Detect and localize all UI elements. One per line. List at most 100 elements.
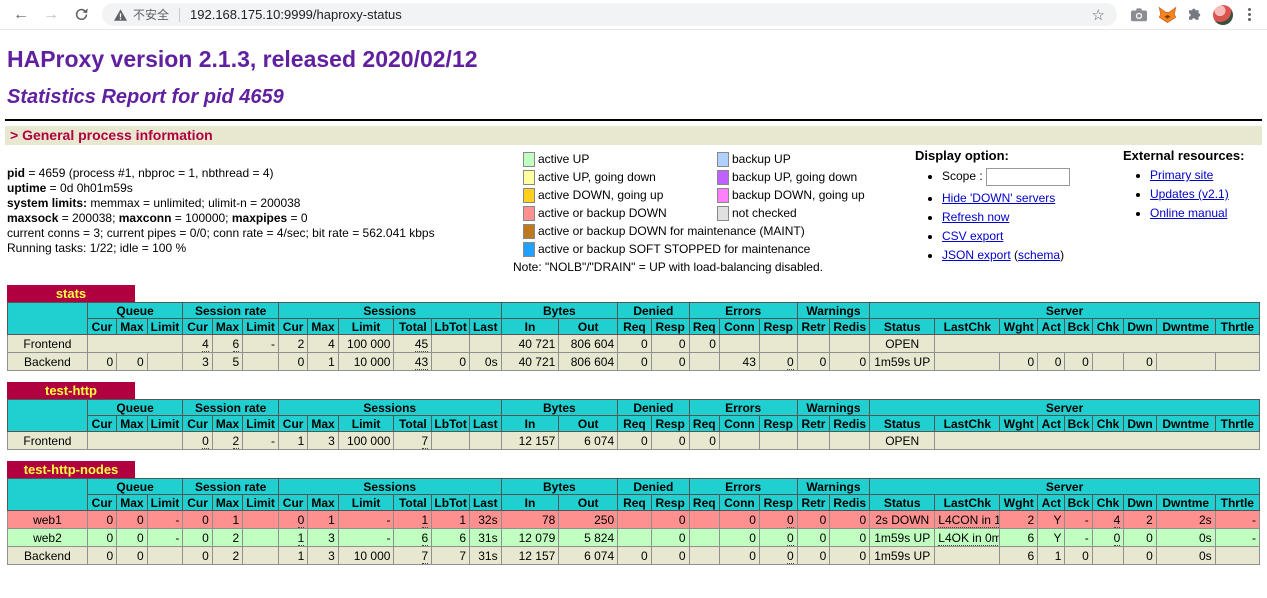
column-header: Cur xyxy=(183,416,212,432)
cell-chk xyxy=(1092,353,1124,371)
refresh-icon[interactable] xyxy=(68,2,94,28)
column-header: Redis xyxy=(830,319,870,335)
display-option-link[interactable]: Hide 'DOWN' servers xyxy=(942,191,1055,205)
process-info-text: = 4659 (process #1, nbproc = 1, nbthread… xyxy=(25,166,274,180)
status-legend: active UPbackup UPactive UP, going downb… xyxy=(523,148,915,274)
cell-slast: 32s xyxy=(470,511,502,529)
cell-ereq: 0 xyxy=(689,335,719,353)
column-header: Req xyxy=(689,416,719,432)
column-header: Dwntme xyxy=(1156,495,1215,511)
cell-lastchk xyxy=(935,335,1260,353)
column-header: Cur xyxy=(87,319,116,335)
column-header: Req xyxy=(689,319,719,335)
legend-item: backup UP, going down xyxy=(717,168,915,186)
process-info-label: system limits: xyxy=(7,196,87,210)
profile-avatar[interactable] xyxy=(1211,3,1235,27)
column-group-header: Warnings xyxy=(797,400,869,416)
cell-chk: 0 xyxy=(1092,529,1124,547)
cell-dwn: 2 xyxy=(1124,511,1157,529)
cell-slimit: - xyxy=(338,511,394,529)
page-subtitle: Statistics Report for pid 4659 xyxy=(7,86,1262,109)
cell-stot: 45 xyxy=(394,335,432,353)
column-header: Last xyxy=(470,319,502,335)
cell-ereq xyxy=(689,511,719,529)
cell-rmax: 1 xyxy=(212,511,242,529)
legend-swatch xyxy=(523,188,535,203)
cell-qlimit: - xyxy=(147,511,183,529)
scope-input[interactable] xyxy=(986,168,1070,186)
security-label: 不安全 xyxy=(133,6,169,23)
external-resource-link[interactable]: Primary site xyxy=(1150,168,1213,182)
screenshot-camera-icon[interactable] xyxy=(1127,3,1151,27)
process-info-line: Running tasks: 1/22; idle = 100 % xyxy=(7,241,523,256)
row-label: web2 xyxy=(8,529,88,547)
tooltip-value: 4 xyxy=(202,337,209,352)
cell-rcur: 4 xyxy=(183,335,212,353)
external-resource-link[interactable]: Online manual xyxy=(1150,206,1227,220)
proxy-name-link[interactable]: test-http xyxy=(45,383,97,398)
proxy-stats-table: QueueSession rateSessionsBytesDeniedErro… xyxy=(7,478,1260,565)
process-info-text: current conns = 3; current pipes = 0/0; … xyxy=(7,226,435,240)
cell-dwntme: 2s xyxy=(1156,511,1215,529)
proxy-section: test-http-nodesQueueSession rateSessions… xyxy=(7,461,1260,565)
cell-slimit: 10 000 xyxy=(338,353,394,371)
back-icon[interactable]: ← xyxy=(8,2,34,28)
display-option-link[interactable]: CSV export xyxy=(942,229,1003,243)
cell-stot: 43 xyxy=(394,353,432,371)
json-export-link[interactable]: JSON export xyxy=(942,248,1011,262)
column-header: Redis xyxy=(830,495,870,511)
cell-bck: 0 xyxy=(1065,353,1092,371)
cell-lastchk: L4CON in 1ms xyxy=(935,511,1000,529)
cell-rlimit xyxy=(243,547,279,565)
column-header: Cur xyxy=(278,319,307,335)
external-resource-link[interactable]: Updates (v2.1) xyxy=(1150,187,1229,201)
cell-qcur xyxy=(87,432,183,450)
column-header: Thrtle xyxy=(1215,416,1259,432)
cell-qcur: 0 xyxy=(87,353,116,371)
cell-dresp: 0 xyxy=(651,432,689,450)
column-header: Max xyxy=(212,319,242,335)
legend-swatch xyxy=(717,170,729,185)
cell-ereq xyxy=(689,353,719,371)
extensions-puzzle-icon[interactable] xyxy=(1183,3,1207,27)
scope-label: Scope : xyxy=(942,169,983,183)
address-bar[interactable]: 不安全 192.168.175.10:9999/haproxy-status ☆ xyxy=(102,3,1117,26)
cell-bin: 12 157 xyxy=(501,432,559,450)
column-header: Conn xyxy=(719,319,759,335)
cell-chk xyxy=(1092,547,1124,565)
column-group-header: Sessions xyxy=(278,479,501,495)
cell-dreq: 0 xyxy=(618,353,652,371)
page-title: HAProxy version 2.1.3, released 2020/02/… xyxy=(7,46,1262,73)
cell-status: OPEN xyxy=(870,432,935,450)
tooltip-value: 1 xyxy=(422,513,429,528)
proxy-section: statsQueueSession rateSessionsBytesDenie… xyxy=(7,285,1260,371)
column-group-header: Warnings xyxy=(797,303,869,319)
tooltip-value: 0 xyxy=(298,513,305,528)
column-group-header: Denied xyxy=(618,400,689,416)
column-header: Req xyxy=(689,495,719,511)
cell-status: OPEN xyxy=(870,335,935,353)
proxy-name-link[interactable]: test-http-nodes xyxy=(24,462,119,477)
legend-label: backup UP xyxy=(732,152,791,166)
cell-rmax: 2 xyxy=(212,529,242,547)
browser-menu-icon[interactable] xyxy=(1239,3,1259,27)
cell-dresp: 0 xyxy=(651,511,689,529)
table-row: Frontend46-24100 0004540 721806 604000OP… xyxy=(8,335,1260,353)
header-group-row: QueueSession rateSessionsBytesDeniedErro… xyxy=(8,400,1260,416)
cell-scur: 0 xyxy=(278,511,307,529)
avatar-image xyxy=(1213,5,1233,25)
cell-smax: 3 xyxy=(308,529,338,547)
column-header: Dwntme xyxy=(1156,416,1215,432)
proxy-name-link[interactable]: stats xyxy=(56,286,86,301)
forward-icon[interactable]: → xyxy=(38,2,64,28)
process-info-line: system limits: memmax = unlimited; ulimi… xyxy=(7,196,523,211)
cell-wredis: 0 xyxy=(830,529,870,547)
column-header: Out xyxy=(559,319,618,335)
row-label: Backend xyxy=(8,353,88,371)
display-option-link[interactable]: Refresh now xyxy=(942,210,1009,224)
schema-link[interactable]: schema xyxy=(1018,248,1060,262)
bookmark-star-icon[interactable]: ☆ xyxy=(1092,6,1105,24)
row-label: Frontend xyxy=(8,335,88,353)
cell-dwntme: 0s xyxy=(1156,529,1215,547)
metamask-fox-icon[interactable] xyxy=(1155,3,1179,27)
